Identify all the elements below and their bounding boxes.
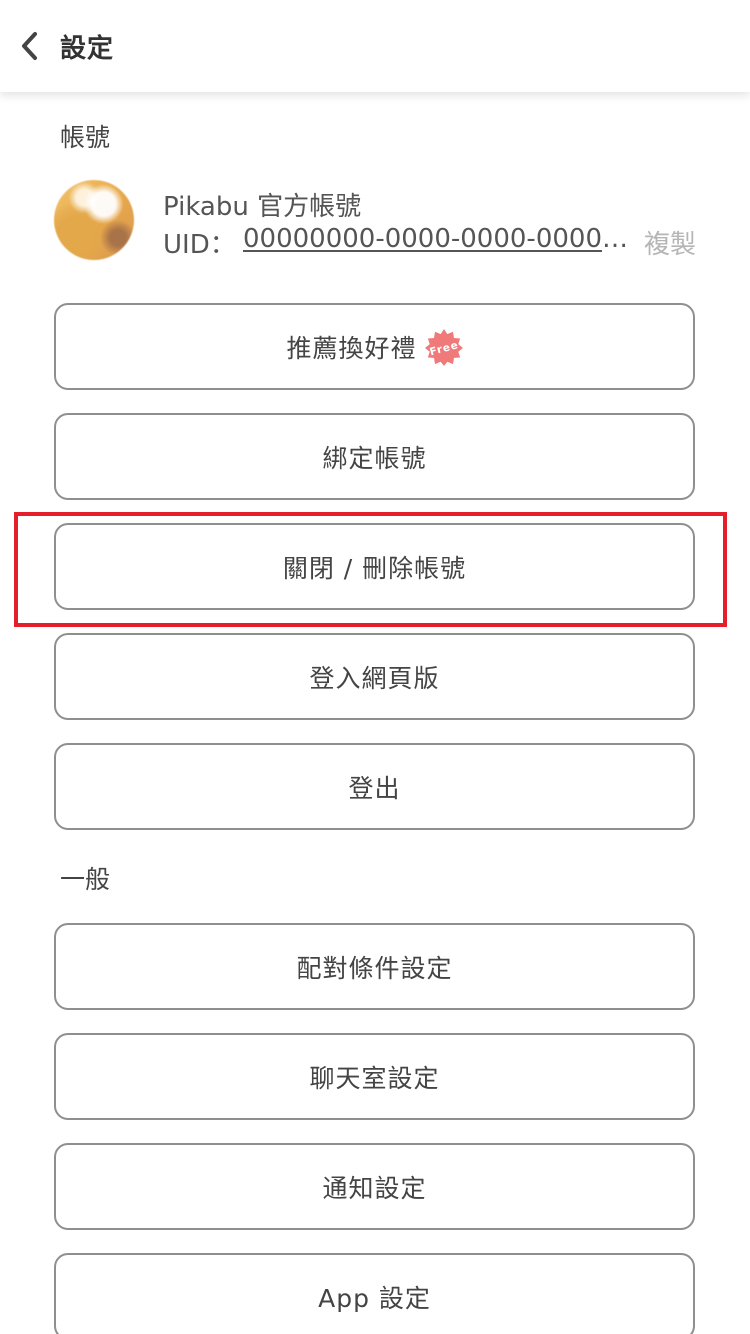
chatroom-settings-label: 聊天室設定 <box>309 1063 440 1093</box>
chevron-left-icon <box>22 32 37 60</box>
notification-settings-button[interactable]: 通知設定 <box>54 1143 695 1230</box>
referral-reward-button[interactable]: 推薦換好禮 Free <box>54 303 695 390</box>
uid-row: UID： 00000000-0000-0000-0000-00000000000… <box>163 224 703 261</box>
avatar <box>54 180 134 260</box>
account-name: Pikabu 官方帳號 <box>163 192 362 222</box>
top-bar: 設定 <box>0 0 750 92</box>
copy-uid-button[interactable]: 複製 <box>644 224 696 261</box>
back-button[interactable] <box>8 22 52 70</box>
match-criteria-settings-label: 配對條件設定 <box>296 953 453 983</box>
notification-settings-label: 通知設定 <box>322 1173 427 1203</box>
close-delete-account-label: 關閉 / 刪除帳號 <box>282 553 467 583</box>
general-section-title: 一般 <box>60 865 111 894</box>
page-title: 設定 <box>60 34 115 64</box>
close-delete-account-button[interactable]: 關閉 / 刪除帳號 <box>54 523 695 610</box>
logout-button[interactable]: 登出 <box>54 743 695 830</box>
web-login-button[interactable]: 登入網頁版 <box>54 633 695 720</box>
account-section-title: 帳號 <box>60 123 111 152</box>
chatroom-settings-button[interactable]: 聊天室設定 <box>54 1033 695 1120</box>
app-settings-label: App 設定 <box>318 1283 431 1313</box>
bind-account-label: 綁定帳號 <box>322 443 427 473</box>
uid-value: 00000000-0000-0000-0000-000000000000 <box>243 224 629 254</box>
referral-reward-label: 推薦換好禮 <box>286 333 417 363</box>
logout-label: 登出 <box>348 773 401 803</box>
uid-label: UID： <box>163 230 236 260</box>
web-login-label: 登入網頁版 <box>309 663 440 693</box>
match-criteria-settings-button[interactable]: 配對條件設定 <box>54 923 695 1010</box>
free-badge-icon: Free <box>424 328 463 366</box>
settings-page: 設定 帳號 Pikabu 官方帳號 UID： 00000000-0000-000… <box>0 0 750 1334</box>
bind-account-button[interactable]: 綁定帳號 <box>54 413 695 500</box>
app-settings-button[interactable]: App 設定 <box>54 1253 695 1334</box>
